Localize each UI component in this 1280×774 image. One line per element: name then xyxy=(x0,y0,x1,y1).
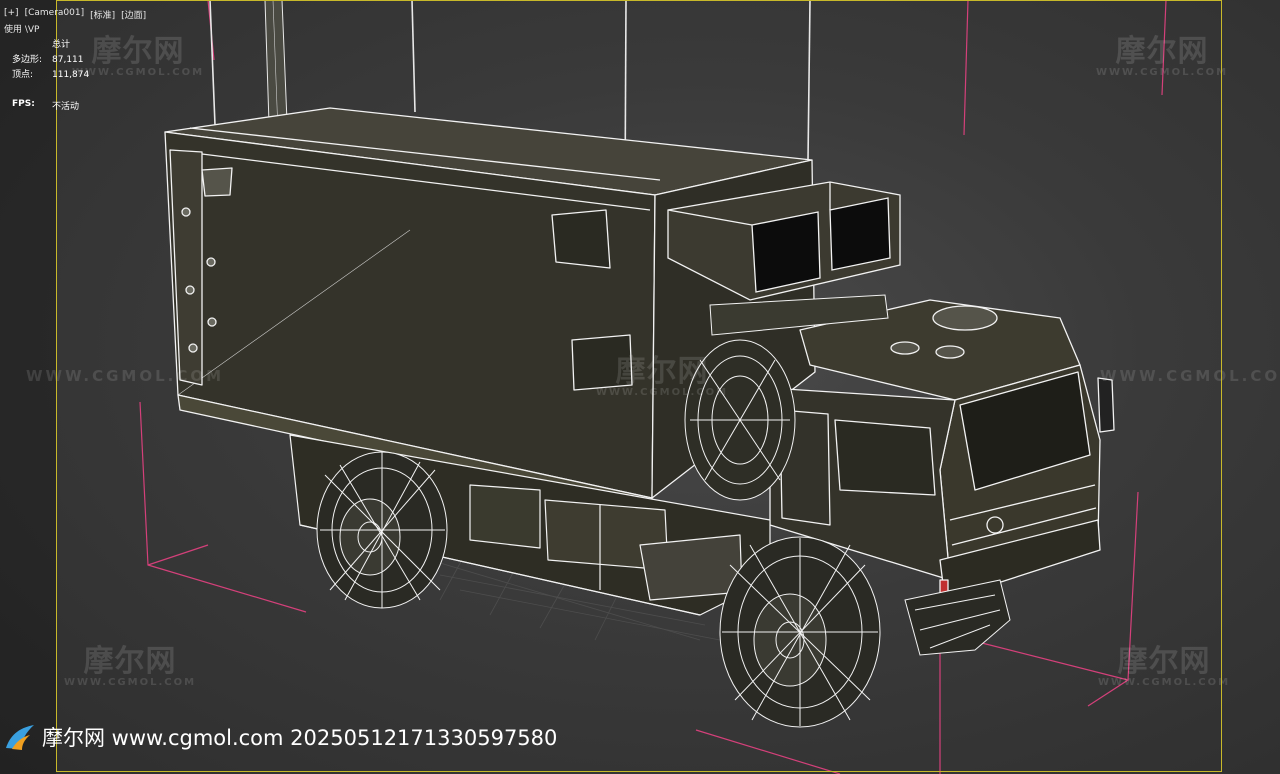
viewport-sublabel: 使用 \VP xyxy=(4,25,40,35)
caption-text: 摩尔网 www.cgmol.com 20250512171330597580 xyxy=(42,726,558,750)
stats-row-polygons: 多边形: 87,111 xyxy=(12,53,89,68)
watermark-top-right: 摩尔网 WWW.CGMOL.COM xyxy=(1096,34,1229,78)
watermark-top-left: 摩尔网 WWW.CGMOL.COM xyxy=(72,34,205,78)
stats-vertices-value: 111,874 xyxy=(52,70,90,80)
viewport-plus-menu[interactable]: [+] xyxy=(4,8,19,21)
stats-title: 总计 xyxy=(52,40,71,50)
fps-readout: FPS: 不活动 xyxy=(12,99,79,112)
cgmol-logo-icon xyxy=(6,725,34,750)
rear-wheel xyxy=(316,451,448,609)
fps-value: 不活动 xyxy=(52,102,80,112)
stats-row-vertices: 顶点: 111,874 xyxy=(12,68,89,83)
front-wheel-right xyxy=(904,579,1011,656)
fps-key: FPS: xyxy=(12,99,35,109)
stats-vertices-key: 顶点: xyxy=(12,70,34,80)
stats-polygons-value: 87,111 xyxy=(52,55,84,65)
front-wheel xyxy=(719,536,881,728)
viewport-shading-menu[interactable]: [标准] xyxy=(90,8,115,21)
watermark-line-left: WWW.CGMOL.COM xyxy=(26,367,225,385)
watermark-center: 摩尔网 WWW.CGMOL.COM xyxy=(596,354,729,398)
stats-polygons-key: 多边形: xyxy=(12,55,43,65)
viewport-camera-menu[interactable]: [Camera001] xyxy=(25,8,85,21)
statistics-overlay: 总计 多边形: 87,111 顶点: 111,874 xyxy=(12,38,89,83)
watermark-bottom-left: 摩尔网 WWW.CGMOL.COM xyxy=(64,644,197,688)
viewport-edges-menu[interactable]: [边面] xyxy=(121,8,146,21)
viewport-label-menu: [+] [Camera001] [标准] [边面] xyxy=(4,8,146,21)
watermark-line-right: WWW.CGMOL.COM xyxy=(1100,367,1280,385)
bottom-caption: 摩尔网 www.cgmol.com 20250512171330597580 xyxy=(4,722,557,752)
3d-viewport[interactable]: 摩尔网 WWW.CGMOL.COM 摩尔网 WWW.CGMOL.COM 摩尔网 … xyxy=(0,0,1280,774)
watermark-bottom-right: 摩尔网 WWW.CGMOL.COM xyxy=(1098,644,1231,688)
